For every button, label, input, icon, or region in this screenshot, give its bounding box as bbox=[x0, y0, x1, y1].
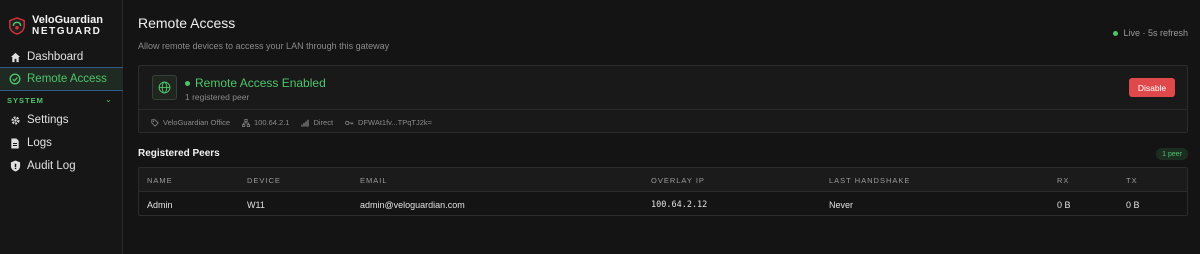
cell-email: admin@veloguardian.com bbox=[360, 200, 465, 210]
brand-name: VeloGuardian bbox=[32, 14, 103, 26]
cell-tx: 0 B bbox=[1126, 200, 1140, 210]
sidebar-item-label: Remote Access bbox=[27, 73, 107, 85]
cell-last-handshake: Never bbox=[829, 200, 854, 210]
brand-subtitle: NETGUARD bbox=[32, 26, 102, 37]
key-icon bbox=[345, 120, 354, 125]
signal-icon bbox=[301, 119, 310, 127]
sidebar-item-label: Audit Log bbox=[27, 160, 76, 172]
sidebar-item-settings[interactable]: Settings bbox=[0, 108, 123, 132]
live-dot-icon bbox=[1113, 30, 1119, 36]
shield-icon bbox=[9, 160, 21, 172]
table-header: NAME DEVICE EMAIL OVERLAY IP LAST HANDSH… bbox=[139, 168, 1187, 192]
meta-public-key: DFWAt1fv...TPqTJ2k= bbox=[345, 118, 432, 127]
sidebar-item-dashboard[interactable]: Dashboard bbox=[0, 45, 123, 69]
column-header-rx: RX bbox=[1057, 176, 1070, 185]
sidebar-item-label: Logs bbox=[27, 137, 52, 149]
veloguardian-logo-icon bbox=[9, 17, 25, 35]
network-icon bbox=[242, 118, 250, 127]
column-header-overlay-ip: OVERLAY IP bbox=[651, 176, 705, 185]
gear-icon bbox=[9, 114, 21, 126]
column-header-email: EMAIL bbox=[360, 176, 388, 185]
sidebar-item-label: Dashboard bbox=[27, 51, 84, 63]
meta-gateway-name-text: VeloGuardian Office bbox=[163, 118, 230, 127]
meta-gateway-ip-text: 100.64.2.1 bbox=[254, 118, 290, 127]
cell-rx: 0 B bbox=[1057, 200, 1071, 210]
brand[interactable]: VeloGuardian NETGUARD bbox=[0, 0, 122, 42]
section-label-system: SYSTEM bbox=[7, 96, 44, 105]
status-dot-icon bbox=[185, 80, 190, 86]
meta-public-key-text: DFWAt1fv...TPqTJ2k= bbox=[358, 118, 433, 127]
tag-icon bbox=[151, 118, 159, 127]
column-header-last-handshake: LAST HANDSHAKE bbox=[829, 176, 911, 185]
sidebar-item-logs[interactable]: Logs bbox=[0, 131, 123, 155]
status-heading: Remote Access Enabled bbox=[185, 76, 326, 90]
remote-access-status-card: Remote Access Enabled 1 registered peer … bbox=[138, 65, 1188, 133]
disable-button[interactable]: Disable bbox=[1129, 78, 1175, 97]
sidebar-item-audit-log[interactable]: Audit Log bbox=[0, 154, 123, 178]
meta-gateway-name: VeloGuardian Office bbox=[151, 118, 230, 127]
page-subtitle: Allow remote devices to access your LAN … bbox=[138, 41, 390, 51]
sidebar-item-label: Settings bbox=[27, 114, 69, 126]
globe-icon bbox=[152, 75, 177, 100]
connection-meta: VeloGuardian Office 100.64.2.1 Direct DF… bbox=[151, 118, 444, 127]
cell-overlay-ip: 100.64.2.12 bbox=[651, 200, 708, 210]
sidebar: VeloGuardian NETGUARD Dashboard Remote A… bbox=[0, 0, 123, 254]
live-label: Live · 5s refresh bbox=[1123, 28, 1188, 38]
registered-peer-count: 1 registered peer bbox=[185, 92, 250, 102]
column-header-name: NAME bbox=[147, 176, 173, 185]
meta-gateway-ip: 100.64.2.1 bbox=[242, 118, 289, 127]
page-title: Remote Access bbox=[138, 15, 236, 31]
card-divider bbox=[139, 109, 1187, 110]
remote-access-icon bbox=[9, 73, 21, 85]
sidebar-item-remote-access[interactable]: Remote Access bbox=[0, 67, 123, 91]
cell-name: Admin bbox=[147, 200, 173, 210]
meta-connection-type-text: Direct bbox=[313, 118, 334, 127]
meta-connection-type: Direct bbox=[301, 118, 333, 127]
live-indicator: Live · 5s refresh bbox=[1113, 28, 1188, 38]
chevron-down-icon[interactable]: ⌄ bbox=[105, 95, 112, 104]
peers-table: NAME DEVICE EMAIL OVERLAY IP LAST HANDSH… bbox=[138, 167, 1188, 216]
peer-count-badge: 1 peer bbox=[1156, 148, 1188, 160]
status-text: Remote Access Enabled bbox=[195, 76, 326, 90]
registered-peers-title: Registered Peers bbox=[138, 148, 220, 159]
column-header-tx: TX bbox=[1126, 176, 1138, 185]
home-icon bbox=[9, 51, 21, 63]
document-icon bbox=[9, 137, 21, 149]
cell-device: W11 bbox=[247, 200, 265, 210]
column-header-device: DEVICE bbox=[247, 176, 281, 185]
